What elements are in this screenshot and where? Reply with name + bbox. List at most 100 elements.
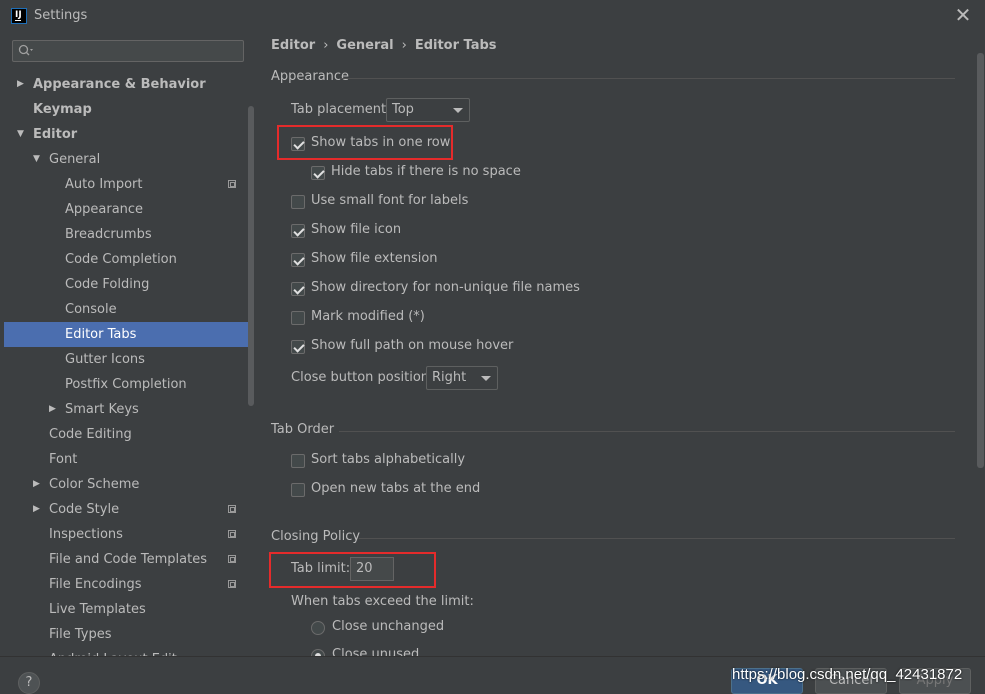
tree-item-label: Console xyxy=(65,302,117,317)
tree-item-appearance[interactable]: Appearance xyxy=(4,197,254,222)
chevron-down-icon xyxy=(481,376,491,381)
tree-item-code-completion[interactable]: Code Completion xyxy=(4,247,254,272)
highlight-box xyxy=(269,552,436,588)
tree-item-color-scheme[interactable]: ▶ Color Scheme xyxy=(4,472,254,497)
radio-label: Close unused xyxy=(332,647,420,656)
tree-item-font[interactable]: Font xyxy=(4,447,254,472)
close-button-position-label: Close button position: xyxy=(291,370,434,385)
watermark-text: https://blog.csdn.net/qq_42431872 xyxy=(732,666,963,683)
breadcrumb: Editor › General › Editor Tabs xyxy=(271,38,497,53)
mark-modified-checkbox[interactable] xyxy=(291,311,305,325)
close-button-position-select[interactable]: Right xyxy=(426,366,498,390)
open-new-tabs-end-checkbox[interactable] xyxy=(291,483,305,497)
search-input[interactable] xyxy=(12,40,244,62)
tree-item-label: File Encodings xyxy=(49,577,142,592)
chevron-down-icon[interactable]: ▼ xyxy=(33,147,43,172)
small-font-labels-checkbox[interactable] xyxy=(291,195,305,209)
tree-item-label: Postfix Completion xyxy=(65,377,187,392)
section-tab-order: Tab Order xyxy=(271,422,334,437)
option-label: Show file extension xyxy=(311,251,438,266)
chevron-down-icon xyxy=(453,108,463,113)
tree-item-label: Editor Tabs xyxy=(65,327,137,342)
option-label: Hide tabs if there is no space xyxy=(331,164,521,179)
tree-item-label: Editor xyxy=(33,127,78,142)
tree-item-smart-keys[interactable]: ▶ Smart Keys xyxy=(4,397,254,422)
tree-item-live-templates[interactable]: Live Templates xyxy=(4,597,254,622)
tree-item-code-folding[interactable]: Code Folding xyxy=(4,272,254,297)
breadcrumb-separator: › xyxy=(401,38,407,53)
tree-item-label: Code Folding xyxy=(65,277,150,292)
project-scope-icon xyxy=(228,530,236,538)
project-scope-icon xyxy=(228,505,236,513)
tree-item-keymap[interactable]: Keymap xyxy=(4,97,254,122)
chevron-down-icon[interactable]: ▼ xyxy=(17,122,27,147)
exceed-limit-label: When tabs exceed the limit: xyxy=(291,594,474,609)
content-scrollbar[interactable] xyxy=(977,53,984,468)
tree-item-general[interactable]: ▼ General xyxy=(4,147,254,172)
chevron-right-icon[interactable]: ▶ xyxy=(17,72,27,97)
tree-item-label: Keymap xyxy=(33,102,92,117)
window-title: Settings xyxy=(34,8,88,23)
breadcrumb-item: Editor Tabs xyxy=(414,38,497,53)
close-unchanged-radio[interactable] xyxy=(311,621,325,635)
tree-item-code-style[interactable]: ▶ Code Style xyxy=(4,497,254,522)
tree-item-label: Code Completion xyxy=(65,252,177,267)
tree-item-file-encodings[interactable]: File Encodings xyxy=(4,572,254,597)
tab-placement-value: Top xyxy=(392,102,414,117)
tree-item-appearance-behavior[interactable]: ▶ Appearance & Behavior xyxy=(4,72,254,97)
chevron-right-icon[interactable]: ▶ xyxy=(49,397,59,422)
tree-item-file-types[interactable]: File Types xyxy=(4,622,254,647)
option-label: Show file icon xyxy=(311,222,402,237)
sort-alphabetically-checkbox[interactable] xyxy=(291,454,305,468)
tree-item-inspections[interactable]: Inspections xyxy=(4,522,254,547)
tree-item-label: Appearance xyxy=(65,202,144,217)
settings-content: Editor › General › Editor Tabs Appearance Ta… xyxy=(255,33,985,663)
tree-item-code-editing[interactable]: Code Editing xyxy=(4,422,254,447)
intellij-logo-icon: IJ xyxy=(11,8,27,24)
close-button-position-value: Right xyxy=(432,370,467,385)
hide-tabs-no-space-checkbox[interactable] xyxy=(311,166,325,180)
tree-item-postfix-completion[interactable]: Postfix Completion xyxy=(4,372,254,397)
option-label: Use small font for labels xyxy=(311,193,469,208)
section-closing-policy: Closing Policy xyxy=(271,529,360,544)
tree-item-breadcrumbs[interactable]: Breadcrumbs xyxy=(4,222,254,247)
sidebar-scrollbar[interactable] xyxy=(248,106,254,406)
tree-item-label: Code Style xyxy=(49,502,120,517)
chevron-right-icon[interactable]: ▶ xyxy=(33,497,43,522)
highlight-box xyxy=(277,125,453,160)
tree-item-android-layout-editor[interactable]: Android Layout Edit... xyxy=(4,647,254,656)
show-file-icon-checkbox[interactable] xyxy=(291,224,305,238)
show-directory-checkbox[interactable] xyxy=(291,282,305,296)
tree-item-file-code-templates[interactable]: File and Code Templates xyxy=(4,547,254,572)
breadcrumb-item[interactable]: Editor xyxy=(271,38,315,53)
tree-item-auto-import[interactable]: Auto Import xyxy=(4,172,254,197)
settings-sidebar: ▶ Appearance & Behavior Keymap ▼ Editor … xyxy=(4,33,254,656)
close-icon[interactable]: ✕ xyxy=(953,4,973,26)
tree-item-label: Live Templates xyxy=(49,602,146,617)
tab-placement-label: Tab placement: xyxy=(291,102,391,117)
project-scope-icon xyxy=(228,555,236,563)
tree-item-label: Breadcrumbs xyxy=(65,227,152,242)
chevron-right-icon[interactable]: ▶ xyxy=(33,472,43,497)
tree-item-editor-tabs[interactable]: Editor Tabs xyxy=(4,322,254,347)
tree-item-console[interactable]: Console xyxy=(4,297,254,322)
tree-item-label: Gutter Icons xyxy=(65,352,145,367)
show-file-extension-checkbox[interactable] xyxy=(291,253,305,267)
show-full-path-checkbox[interactable] xyxy=(291,340,305,354)
breadcrumb-item[interactable]: General xyxy=(336,38,393,53)
search-icon xyxy=(18,44,33,56)
tree-item-label: Font xyxy=(49,452,78,467)
help-button[interactable]: ? xyxy=(18,672,40,694)
section-title: Tab Order xyxy=(271,422,335,437)
breadcrumb-separator: › xyxy=(323,38,329,53)
tab-placement-select[interactable]: Top xyxy=(386,98,470,122)
tree-item-label: Color Scheme xyxy=(49,477,140,492)
tree-item-label: File and Code Templates xyxy=(49,552,207,567)
tree-item-editor[interactable]: ▼ Editor xyxy=(4,122,254,147)
option-label: Show directory for non-unique file names xyxy=(311,280,580,295)
tree-item-label: Inspections xyxy=(49,527,123,542)
tree-item-label: Code Editing xyxy=(49,427,132,442)
title-bar: IJ Settings ✕ xyxy=(0,0,985,33)
tree-item-label: General xyxy=(49,152,101,167)
tree-item-gutter-icons[interactable]: Gutter Icons xyxy=(4,347,254,372)
